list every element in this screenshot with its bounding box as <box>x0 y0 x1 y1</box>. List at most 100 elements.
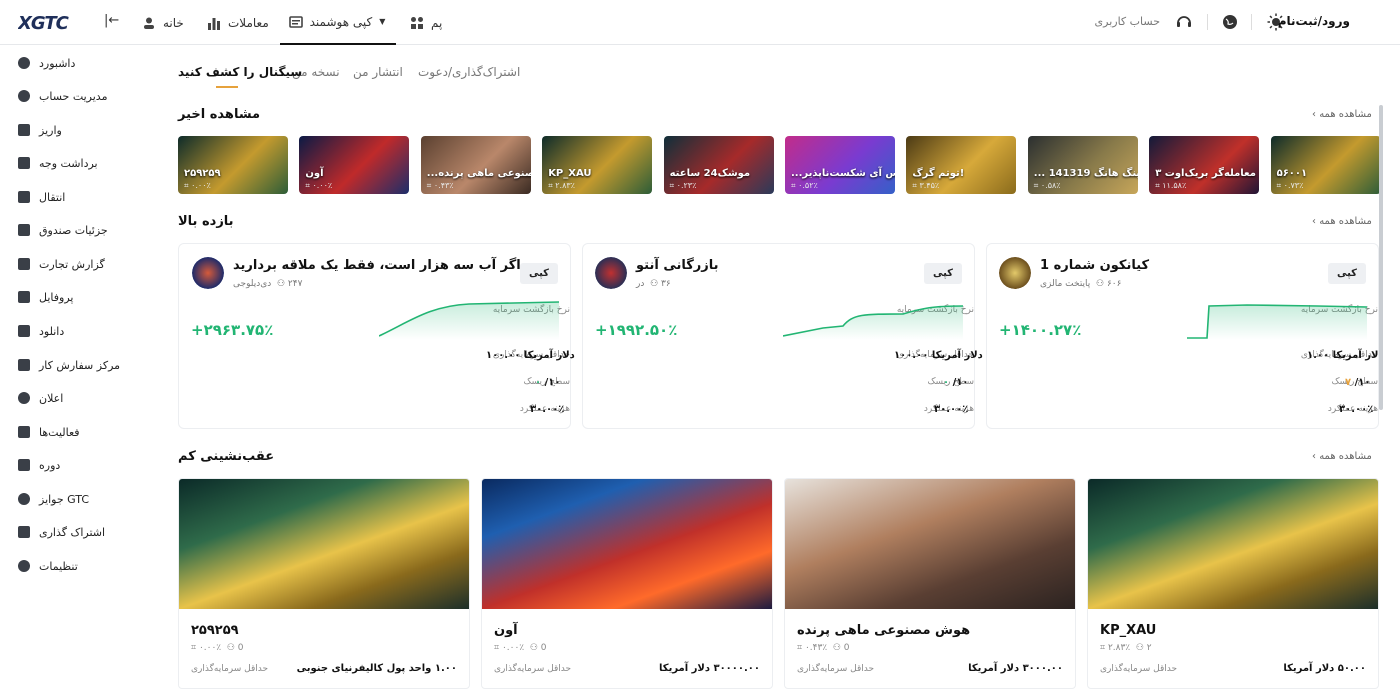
account-search[interactable]: حساب کاربری <box>1095 15 1160 28</box>
risk-level: ۰ <box>535 377 542 388</box>
sidebar-item-notifications[interactable]: اعلان <box>18 388 148 408</box>
tab-share-invite[interactable]: اشتراک‌گذاری/دعوت <box>418 65 520 79</box>
recent-card-title: ۲۵۹۲۵۹ <box>184 168 221 179</box>
scrollbar[interactable] <box>1379 105 1383 410</box>
recent-see-all-link[interactable]: مشاهده همه › <box>1312 109 1372 120</box>
copy-button[interactable]: کپی <box>924 263 962 284</box>
gtc-logo[interactable]: XGTC <box>18 12 84 32</box>
signal-stats: ⌗ ۰.۰۰٪ ⚇ 0 <box>191 643 244 653</box>
login-register-link[interactable]: ورود/ثبت‌نام <box>1278 14 1350 28</box>
sidebar-item-profile[interactable]: پروفایل <box>18 287 148 307</box>
sidebar-item-gtc-rewards[interactable]: جوایز GTC <box>18 489 148 509</box>
chevron-down-icon: ▼ <box>379 17 386 26</box>
roi-value: +۱۹۹۲.۵۰٪ <box>595 321 678 339</box>
briefcase-icon <box>18 359 30 371</box>
low-drawdown-signal-card[interactable]: KP_XAU ⌗ ۲.۸۳٪ ⚇ ۲ حداقل سرمایه‌گذاری ۵۰.۰۰… <box>1087 478 1379 689</box>
profile-icon <box>18 291 30 303</box>
recent-signal-card[interactable]: ... دینگ هانگ 141319 ⌗ ۰.۵۸٪ <box>1027 136 1138 194</box>
recent-section-title: مشاهده اخیر <box>178 107 261 122</box>
recent-signal-card[interactable]: ...لس آی شکست‌ناپذیر ⌗ ۰.۵۲٪ <box>785 136 895 194</box>
copy-button[interactable]: کپی <box>1328 263 1366 284</box>
risk-label: سطح ریسک <box>523 377 570 387</box>
collapse-sidebar-icon[interactable]: |← <box>104 13 119 28</box>
sidebar-item-account-management[interactable]: مدیریت حساب <box>18 86 148 106</box>
nav-pamm[interactable]: پم <box>410 0 442 45</box>
signal-stats: ⌗ ۰.۴۳٪ ⚇ 0 <box>797 643 850 653</box>
sidebar-item-label: گزارش تجارت <box>39 257 105 271</box>
sidebar-item-label: اعلان <box>39 391 64 405</box>
sidebar-item-share[interactable]: اشتراک گذاری <box>18 522 148 542</box>
sidebar-item-label: جوایز GTC <box>39 492 90 506</box>
sidebar-item-label: واریز <box>39 123 62 137</box>
sidebar-item-label: اشتراک گذاری <box>39 525 106 539</box>
signal-cover-image <box>482 479 772 609</box>
nav-pamm-label: پم <box>431 15 443 30</box>
sidebar-item-dashboard[interactable]: داشبورد <box>18 53 148 73</box>
recent-signal-card[interactable]: موشک24 ساعته ⌗ ۰.۲۳٪ <box>663 136 774 194</box>
followers-count: ۲ <box>1146 643 1152 653</box>
sidebar-item-courses[interactable]: دوره <box>18 455 148 475</box>
signal-name: ۲۵۹۲۵۹ <box>191 623 239 638</box>
sidebar-item-withdraw[interactable]: برداشت وجه <box>18 153 148 173</box>
signal-cover-image <box>785 479 1075 609</box>
sidebar-item-download[interactable]: دانلود <box>18 321 148 341</box>
signal-card[interactable]: بازرگانی آنتو ۳۶ ⚇ در کپی نرخ بازگشت سرم… <box>582 243 983 429</box>
sidebar-item-activities[interactable]: فعالیت‌ها <box>18 422 148 442</box>
signal-name: بازرگانی آنتو <box>636 258 719 273</box>
recent-signal-card[interactable]: ۵۶۰۰۱ ⌗ ۰.۷۳٪ <box>1270 136 1381 194</box>
recent-signal-card[interactable]: توتم گرگ! ⌗ ۳.۴۵٪ <box>906 136 1017 194</box>
followers-count: 0 <box>540 643 547 653</box>
nav-home[interactable]: خانه <box>142 0 184 45</box>
recent-card-title: ...لس آی شکست‌ناپذیر <box>791 168 895 179</box>
main-content: اشتراک‌گذاری/دعوت انتشار من نسخه من سیگن… <box>160 45 1400 689</box>
low-drawdown-signal-card[interactable]: ۲۵۹۲۵۹ ⌗ ۰.۰۰٪ ⚇ 0 حداقل سرمایه‌گذاری ۱.۰۰ … <box>178 478 470 689</box>
recent-card-return: ⌗ ۳.۴۵٪ <box>912 181 940 190</box>
risk-value: ۷ /۱۰ <box>1345 377 1370 388</box>
sidebar-item-deposit[interactable]: واریز <box>18 120 148 140</box>
globe-icon[interactable] <box>1221 13 1239 31</box>
sidebar-item-transfer[interactable]: انتقال <box>18 187 148 207</box>
recent-card-return: ⌗ ۰.۵۸٪ <box>1033 181 1061 190</box>
followers-count: ۲۴۷ <box>287 279 303 289</box>
min-investment-label: حداقل سرمایه‌گذاری <box>1100 664 1178 674</box>
recent-signal-card[interactable]: ۲۵۹۲۵۹ ⌗ ۰.۰۰٪ <box>178 136 288 194</box>
low-drawdown-signal-card[interactable]: هوش مصنوعی ماهی پرنده ⌗ ۰.۴۳٪ ⚇ 0 حداقل سر… <box>784 478 1076 689</box>
low-drawdown-see-all-link[interactable]: مشاهده همه › <box>1312 451 1372 462</box>
min-investment-value: ۱۰۰.۰۰ دلار آمریکا <box>486 350 575 361</box>
signal-card[interactable]: کیانکون شماره 1 ۶۰۶ ⚇ پایتخت مالزی کپی ن… <box>986 243 1384 429</box>
nav-trades-label: معاملات <box>228 15 269 30</box>
sidebar-item-fund-details[interactable]: جزئیات صندوق <box>18 220 148 240</box>
recent-signal-card[interactable]: آون ⌗ ۰.۰۰٪ <box>299 136 410 194</box>
roi-value: +۲۹۶۳.۷۵٪ <box>191 321 274 339</box>
nav-trades[interactable]: معاملات <box>207 0 269 45</box>
wallet-icon <box>18 157 30 169</box>
transfer-icon <box>18 191 30 203</box>
recent-card-percent: ۰.۰۰٪ <box>312 181 333 190</box>
grid-icon <box>411 16 423 29</box>
sidebar-item-work-order[interactable]: مرکز سفارش کار <box>18 355 148 375</box>
recent-signal-card[interactable]: KP_XAU ⌗ ۲.۸۳٪ <box>542 136 653 194</box>
sidebar-item-trade-report[interactable]: گزارش تجارت <box>18 254 148 274</box>
see-all-label: مشاهده همه <box>1319 109 1372 120</box>
tab-my-publish[interactable]: انتشار من <box>353 65 403 79</box>
document-icon <box>18 224 30 236</box>
recent-signal-card[interactable]: ...صنوعی ماهی پرنده ⌗ ۰.۴۳٪ <box>420 136 531 194</box>
dashboard-icon <box>18 57 30 69</box>
support-headset-icon[interactable] <box>1175 13 1193 31</box>
risk-value: ۰ /۱۰ <box>943 377 968 388</box>
tab-discover-signals[interactable]: سیگنال را کشف کنید <box>178 65 302 79</box>
low-drawdown-signal-card[interactable]: آون ⌗ ۰.۰۰٪ ⚇ 0 حداقل سرمایه‌گذاری ۳۰۰۰۰.۰۰… <box>481 478 773 689</box>
copy-button[interactable]: کپی <box>520 263 558 284</box>
nav-smart-copy[interactable]: کپی هوشمند ▼ <box>280 0 396 45</box>
sidebar-item-settings[interactable]: تنظیمات <box>18 556 148 576</box>
top-returns-see-all-link[interactable]: مشاهده همه › <box>1312 216 1372 227</box>
risk-scale: /۱۰ <box>952 377 969 388</box>
recent-signal-card[interactable]: معامله‌گر بریک‌اوت ۳ ⌗ ۱۱.۵۸٪ <box>1149 136 1260 194</box>
sidebar-item-label: دانلود <box>39 324 65 338</box>
fee-label: هزینه عملکرد <box>1327 404 1378 414</box>
avatar <box>999 257 1031 289</box>
roi-sparkline <box>379 301 559 340</box>
recent-card-title: ۵۶۰۰۱ <box>1276 168 1308 179</box>
signal-card[interactable]: اگر آب سه هزار است، فقط یک ملاقه بردارید… <box>178 243 575 429</box>
recent-card-percent: ۳.۴۵٪ <box>919 181 940 190</box>
